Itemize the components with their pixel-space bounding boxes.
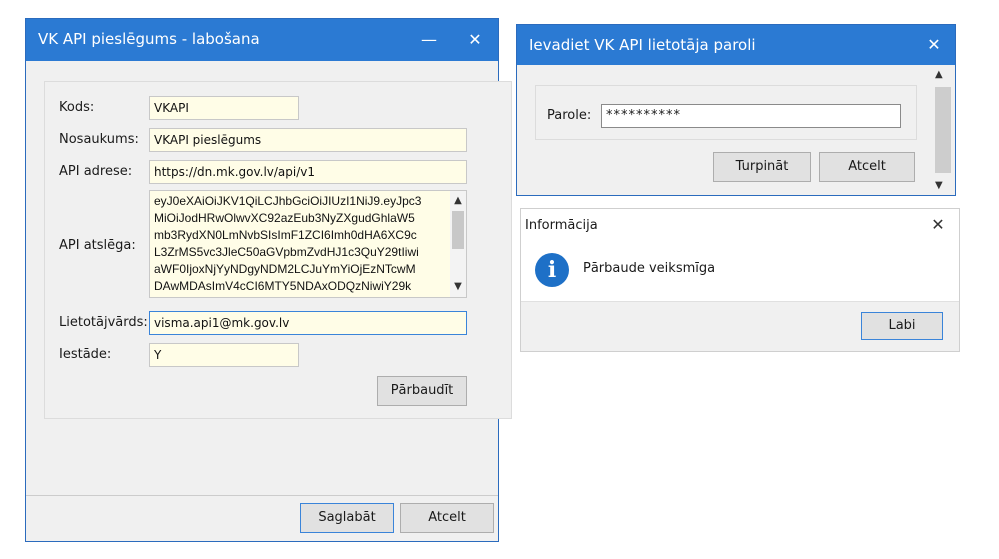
api-key-line: eyJ0eXAiOiJKV1QiLCJhbGciOiJIUzI1NiJ9.eyJ… (154, 194, 422, 208)
footer-separator (26, 495, 498, 496)
password-window-scrollbar[interactable]: ▲ ▼ (931, 65, 955, 195)
api-key-line: mb3RydXN0LmNvbSIsImF1ZCI6Imh0dHA6XC9c (154, 228, 417, 242)
iestade-label: Iestāde: (59, 347, 112, 362)
close-icon[interactable]: ✕ (911, 25, 957, 65)
password-input[interactable]: ********** (601, 104, 901, 128)
api-key-scrollbar[interactable]: ▲ ▼ (450, 191, 466, 297)
api-adrese-field[interactable]: https://dn.mk.gov.lv/api/v1 (149, 160, 467, 184)
scroll-down-icon[interactable]: ▼ (935, 180, 943, 191)
scroll-up-icon[interactable]: ▲ (935, 69, 943, 80)
edit-window-titlebar[interactable]: VK API pieslēgums - labošana — ✕ (26, 19, 498, 61)
close-icon[interactable]: ✕ (923, 213, 953, 237)
info-message: Pārbaude veiksmīga (583, 261, 716, 276)
kods-field[interactable]: VKAPI (149, 96, 299, 120)
parbaudit-button[interactable]: Pārbaudīt (377, 376, 467, 406)
parole-label: Parole: (547, 108, 592, 123)
api-adrese-label: API adrese: (59, 164, 133, 179)
scroll-thumb[interactable] (452, 211, 464, 249)
edit-window-title: VK API pieslēgums - labošana (38, 30, 260, 48)
api-key-line: MiOiJodHRwOlwvXC92azEub3NyZXgudGhlaW5 (154, 211, 415, 225)
scroll-down-icon[interactable]: ▼ (450, 279, 466, 295)
scroll-up-icon[interactable]: ▲ (450, 193, 466, 209)
turpinat-button[interactable]: Turpināt (713, 152, 811, 182)
info-window-title: Informācija (525, 218, 598, 233)
password-window: Ievadiet VK API lietotāja paroli ✕ Parol… (516, 24, 956, 196)
lietotajvards-field[interactable]: visma.api1@mk.gov.lv (149, 311, 467, 335)
kods-label: Kods: (59, 100, 95, 115)
api-key-line: DAwMDAsImV4cCI6MTY5NDAxODQzNiwiY29k (154, 279, 412, 293)
password-window-titlebar[interactable]: Ievadiet VK API lietotāja paroli ✕ (517, 25, 955, 65)
nosaukums-field[interactable]: VKAPI pieslēgums (149, 128, 467, 152)
fields-group: Kods: VKAPI Nosaukums: VKAPI pieslēgums … (44, 81, 512, 419)
info-icon: i (535, 253, 569, 287)
api-key-textarea[interactable]: eyJ0eXAiOiJKV1QiLCJhbGciOiJIUzI1NiJ9.eyJ… (149, 190, 467, 298)
minimize-icon[interactable]: — (406, 19, 452, 61)
atcelt-button[interactable]: Atcelt (400, 503, 494, 533)
close-icon[interactable]: ✕ (452, 19, 498, 61)
password-window-title: Ievadiet VK API lietotāja paroli (529, 36, 756, 54)
nosaukums-label: Nosaukums: (59, 132, 139, 147)
api-atslega-label: API atslēga: (59, 238, 136, 253)
lietotajvards-label: Lietotājvārds: (59, 315, 148, 330)
api-key-line: aWF0IjoxNjYyNDgyNDM2LCJuYmYiOjEzNTcwM (154, 262, 416, 276)
api-key-line: L3ZrMS5vc3JleC50aGVpbmZvdHJ1c3QuY29tIiwi (154, 245, 419, 259)
scroll-thumb[interactable] (935, 87, 951, 173)
edit-window: VK API pieslēgums - labošana — ✕ Kods: V… (25, 18, 512, 542)
labi-button[interactable]: Labi (861, 312, 943, 340)
iestade-field[interactable]: Y (149, 343, 299, 367)
saglabat-button[interactable]: Saglabāt (300, 503, 394, 533)
atcelt-button[interactable]: Atcelt (819, 152, 915, 182)
info-window: Informācija ✕ i Pārbaude veiksmīga Labi (520, 208, 960, 352)
